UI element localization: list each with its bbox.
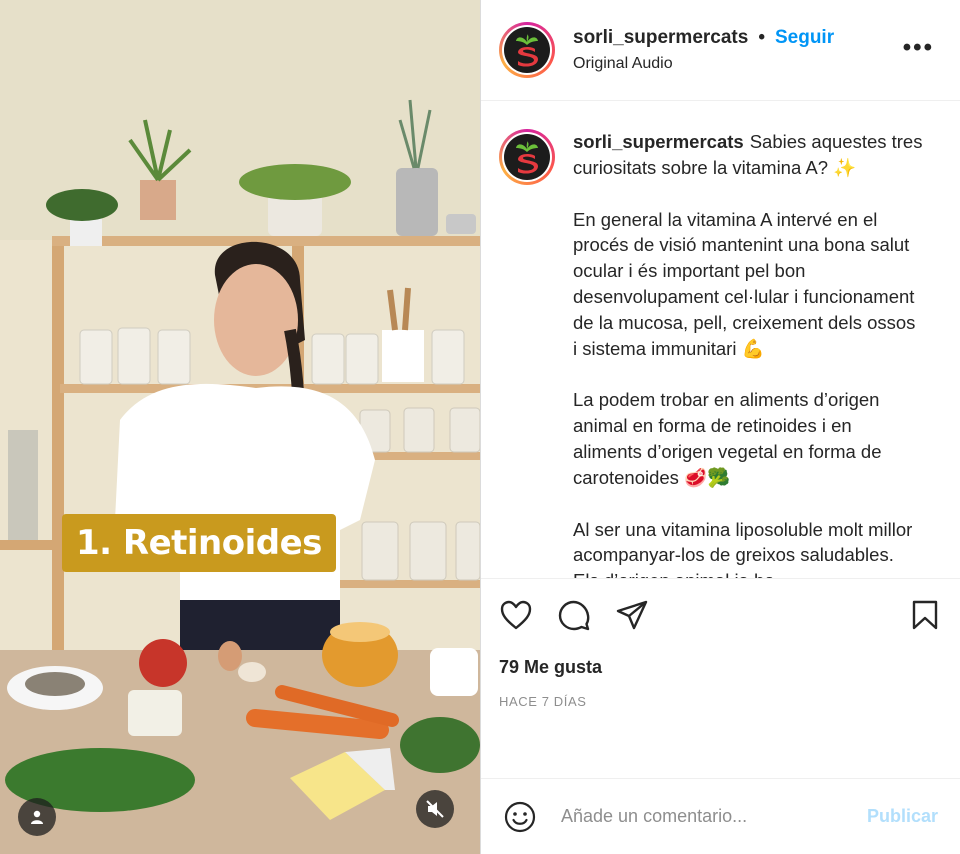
instagram-post: 1. Retinoides sorli_supermercats • Segui…: [0, 0, 960, 854]
video-overlay-text: 1. Retinoides: [76, 523, 322, 563]
post-side-panel: sorli_supermercats • Seguir Original Aud…: [480, 0, 960, 854]
emoji-button[interactable]: [503, 800, 537, 834]
follow-button[interactable]: Seguir: [775, 27, 834, 49]
publish-button[interactable]: Publicar: [867, 806, 938, 827]
post-header: sorli_supermercats • Seguir Original Aud…: [481, 0, 960, 101]
caption-username[interactable]: sorli_supermercats: [573, 131, 744, 152]
person-icon: [31, 810, 43, 824]
caption-paragraph: sorli_supermercats Sabies aquestes tres c…: [573, 131, 923, 178]
comment-input[interactable]: [559, 805, 867, 828]
bookmark-icon: [912, 600, 938, 630]
post-timestamp[interactable]: HACE 7 DÍAS: [499, 694, 942, 709]
brand-logo-icon: [504, 134, 550, 180]
video-frame: [0, 0, 480, 854]
caption-avatar[interactable]: [499, 129, 555, 185]
mute-button[interactable]: [416, 790, 454, 828]
caption-text: sorli_supermercats Sabies aquestes tres c…: [573, 129, 923, 578]
video-text-overlay: 1. Retinoides: [62, 514, 336, 572]
more-options-button[interactable]: •••: [903, 36, 934, 60]
audio-link[interactable]: Original Audio: [573, 55, 834, 73]
heart-icon: [500, 600, 532, 630]
caption-paragraph: La podem trobar en aliments d’origen ani…: [573, 389, 882, 488]
separator-dot: •: [758, 27, 765, 48]
comment-bubble-icon: [558, 600, 590, 631]
caption-paragraph: En general la vitamina A intervé en el p…: [573, 208, 916, 359]
save-button[interactable]: [908, 598, 942, 632]
smiley-icon: [504, 801, 536, 832]
speaker-muted-icon: [426, 800, 444, 818]
tagged-users-button[interactable]: [18, 798, 56, 836]
brand-logo-icon: [504, 27, 550, 73]
like-button[interactable]: [499, 598, 533, 632]
video-player[interactable]: 1. Retinoides: [0, 0, 480, 854]
likes-count[interactable]: 79 Me gusta: [499, 657, 942, 678]
header-username[interactable]: sorli_supermercats: [573, 27, 748, 49]
post-actions-area: 79 Me gusta HACE 7 DÍAS: [481, 578, 960, 778]
caption-area: sorli_supermercats Sabies aquestes tres c…: [481, 101, 960, 578]
paper-plane-icon: [616, 600, 648, 630]
avatar[interactable]: [499, 22, 555, 78]
caption-paragraph: Al ser una vitamina liposoluble molt mil…: [573, 518, 913, 578]
add-comment-bar: Publicar: [481, 778, 960, 854]
comment-button[interactable]: [557, 598, 591, 632]
action-bar: [499, 579, 942, 651]
share-button[interactable]: [615, 598, 649, 632]
